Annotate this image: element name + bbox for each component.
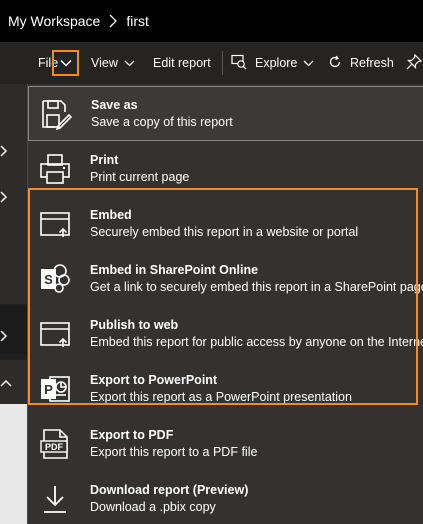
menu-item-title: Publish to web xyxy=(90,318,179,332)
menu-item-title: Embed xyxy=(90,208,132,222)
printer-icon xyxy=(38,152,72,186)
menu-item-subtitle: Save a copy of this report xyxy=(91,115,233,129)
menu-item-subtitle: Print current page xyxy=(90,170,190,184)
menu-item-subtitle: Embed this report for public access by a… xyxy=(90,335,423,349)
refresh-icon xyxy=(328,55,342,72)
menu-item-title: Export to PowerPoint xyxy=(90,373,218,387)
chevron-right-icon[interactable] xyxy=(0,329,10,342)
menu-item-title: Export to PDF xyxy=(90,428,174,442)
menu-item-title: Save as xyxy=(91,98,138,112)
save-as-icon xyxy=(39,97,73,131)
chevron-up-icon[interactable] xyxy=(0,376,12,388)
powerpoint-icon: P xyxy=(38,372,72,406)
menu-item-export-pdf[interactable]: PDF Export to PDF Export this report to … xyxy=(28,416,423,471)
refresh-button[interactable]: Refresh xyxy=(328,42,394,84)
file-dropdown-menu: Save as Save a copy of this report Print… xyxy=(27,84,423,524)
menu-item-subtitle: Export this report as a PowerPoint prese… xyxy=(90,390,352,404)
view-menu-button[interactable]: View xyxy=(91,42,135,84)
chevron-down-icon xyxy=(124,56,135,70)
pdf-icon: PDF xyxy=(38,427,72,461)
chevron-down-icon xyxy=(60,54,72,72)
chevron-down-icon xyxy=(303,56,314,70)
explore-icon xyxy=(231,54,247,73)
menu-item-subtitle: Get a link to securely embed this report… xyxy=(90,280,423,294)
svg-text:PDF: PDF xyxy=(45,442,64,452)
explore-label: Explore xyxy=(255,56,298,70)
report-toolbar: File View Edit report Explore Refresh xyxy=(0,42,423,84)
svg-text:S: S xyxy=(44,272,53,287)
menu-item-subtitle: Export this report to a PDF file xyxy=(90,445,258,459)
breadcrumb-report[interactable]: first xyxy=(126,13,149,29)
menu-item-title: Download report (Preview) xyxy=(90,483,249,497)
pin-icon xyxy=(406,53,423,73)
chevron-right-icon[interactable] xyxy=(0,144,10,157)
download-icon xyxy=(38,482,72,516)
menu-item-download-report[interactable]: Download report (Preview) Download a .pb… xyxy=(28,471,423,524)
menu-item-subtitle: Download a .pbix copy xyxy=(90,500,216,514)
chevron-right-icon xyxy=(108,14,118,28)
menu-item-print[interactable]: Print Print current page xyxy=(28,141,423,196)
svg-text:P: P xyxy=(44,382,53,397)
sharepoint-icon: S xyxy=(38,262,72,296)
pin-button[interactable] xyxy=(406,42,423,84)
menu-item-save-as[interactable]: Save as Save a copy of this report xyxy=(28,86,423,141)
embed-icon xyxy=(38,207,72,241)
breadcrumb: My Workspace first xyxy=(0,0,423,42)
publish-web-icon xyxy=(38,317,72,351)
page-navigation-strip xyxy=(0,84,30,524)
menu-item-embed[interactable]: Embed Securely embed this report in a we… xyxy=(28,196,423,251)
menu-item-title: Print xyxy=(90,153,119,167)
chevron-right-icon[interactable] xyxy=(0,190,10,203)
explore-menu-button[interactable]: Explore xyxy=(231,42,314,84)
menu-item-subtitle: Securely embed this report in a website … xyxy=(90,225,359,239)
report-canvas-area xyxy=(0,404,30,524)
refresh-label: Refresh xyxy=(350,56,394,70)
menu-item-publish-to-web[interactable]: Publish to web Embed this report for pub… xyxy=(28,306,423,361)
menu-item-embed-sharepoint[interactable]: S Embed in SharePoint Online Get a link … xyxy=(28,251,423,306)
edit-report-label: Edit report xyxy=(153,56,211,70)
menu-item-title: Embed in SharePoint Online xyxy=(90,263,259,277)
view-label: View xyxy=(91,56,118,70)
edit-report-button[interactable]: Edit report xyxy=(153,42,211,84)
toolbar-divider xyxy=(222,51,223,75)
menu-item-export-powerpoint[interactable]: P Export to PowerPoint Export this repor… xyxy=(28,361,423,416)
breadcrumb-workspace[interactable]: My Workspace xyxy=(8,13,100,29)
file-menu-chevron[interactable] xyxy=(52,50,79,76)
